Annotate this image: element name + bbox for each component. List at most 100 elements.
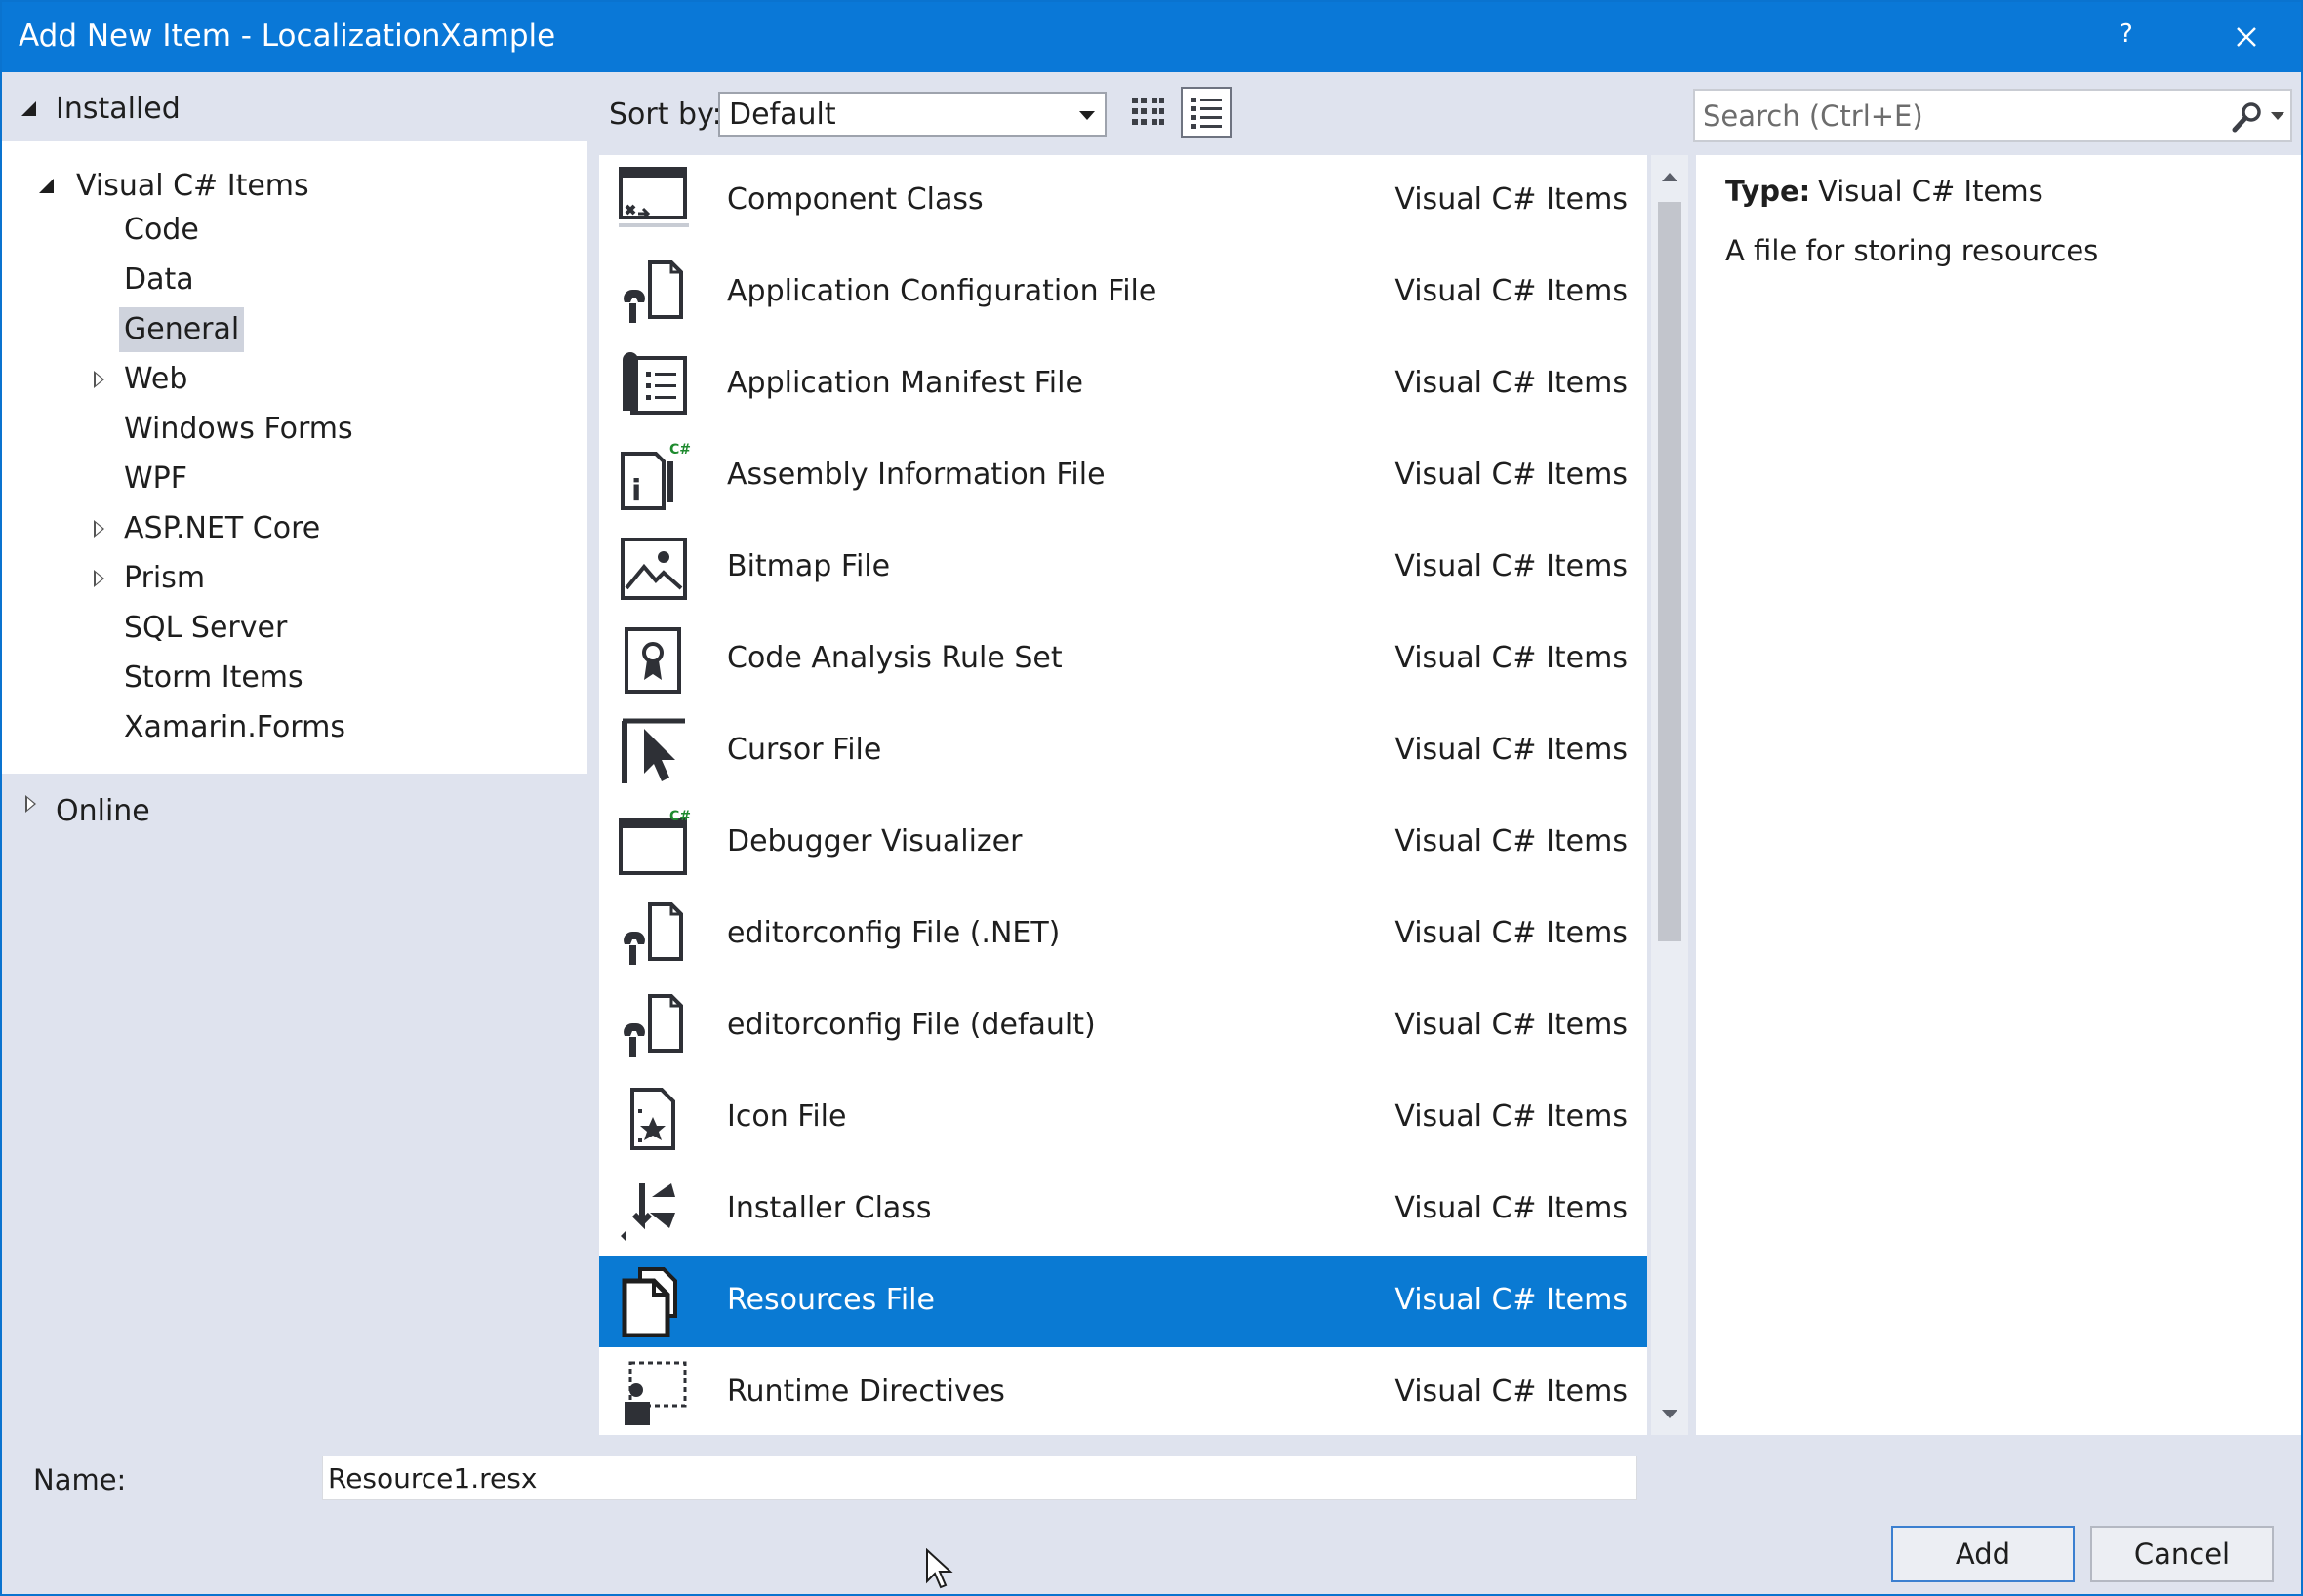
template-category: Visual C# Items: [1394, 641, 1628, 675]
template-category: Visual C# Items: [1394, 824, 1628, 858]
component-class-icon: [617, 165, 691, 237]
runtime-directives-icon: [617, 1357, 691, 1429]
template-list-item[interactable]: Code Analysis Rule Set Visual C# Items: [599, 614, 1647, 705]
scroll-down-arrow-icon[interactable]: [1662, 1410, 1677, 1418]
template-list-item[interactable]: i C# Assembly Information File Visual C# I…: [599, 430, 1647, 522]
search-options-chevron-icon[interactable]: [2271, 112, 2284, 120]
tree-root-visual-csharp[interactable]: Visual C# Items: [2, 163, 587, 208]
rule-set-icon: [617, 623, 691, 696]
tree-item-sql-server[interactable]: SQL Server: [2, 606, 587, 651]
template-category: Visual C# Items: [1394, 1375, 1628, 1409]
template-category: Visual C# Items: [1394, 458, 1628, 492]
tree-item-web[interactable]: Web: [2, 357, 587, 402]
chevron-down-icon: [1079, 111, 1095, 120]
template-category: Visual C# Items: [1394, 916, 1628, 950]
installed-node[interactable]: Installed: [2, 80, 587, 142]
tree-item-windows-forms[interactable]: Windows Forms: [2, 407, 587, 452]
expand-arrow-icon[interactable]: [94, 520, 104, 538]
name-field[interactable]: [322, 1456, 1637, 1500]
tree-root-label: Visual C# Items: [76, 169, 309, 203]
template-name: Cursor File: [727, 733, 882, 767]
tree-item-label: WPF: [124, 461, 188, 496]
template-list-item[interactable]: C# Debugger Visualizer Visual C# Items: [599, 797, 1647, 889]
template-name: Runtime Directives: [727, 1375, 1005, 1409]
tree-item-label: SQL Server: [124, 611, 288, 645]
tree-item-asp-net-core[interactable]: ASP.NET Core: [2, 506, 587, 551]
tree-item-xamarin-forms[interactable]: Xamarin.Forms: [2, 705, 587, 750]
medium-icons-view-button[interactable]: [1122, 89, 1173, 140]
type-value: Visual C# Items: [1818, 175, 2043, 208]
cancel-button[interactable]: Cancel: [2090, 1526, 2274, 1582]
online-node[interactable]: Online: [2, 782, 587, 841]
template-category: Visual C# Items: [1394, 1191, 1628, 1225]
search-input[interactable]: [1695, 91, 2222, 140]
tree-item-code[interactable]: Code: [2, 208, 587, 253]
tree-item-general[interactable]: General: [2, 307, 587, 352]
name-label: Name:: [33, 1463, 127, 1496]
template-list-item[interactable]: Icon File Visual C# Items: [599, 1072, 1647, 1164]
template-name: Application Configuration File: [727, 274, 1157, 308]
sort-by-label: Sort by:: [609, 98, 722, 132]
tree-item-data[interactable]: Data: [2, 258, 587, 302]
template-category: Visual C# Items: [1394, 1008, 1628, 1042]
template-category: Visual C# Items: [1394, 733, 1628, 767]
icon-file-icon: [617, 1082, 691, 1154]
template-name: Installer Class: [727, 1191, 932, 1225]
scroll-up-arrow-icon[interactable]: [1662, 173, 1677, 181]
tree-item-prism[interactable]: Prism: [2, 556, 587, 601]
sort-by-dropdown[interactable]: Default: [718, 92, 1107, 137]
tree-item-label: General: [119, 307, 245, 352]
config-file-icon: [617, 898, 691, 971]
template-list-item[interactable]: Component Class Visual C# Items: [599, 155, 1647, 247]
svg-text:C#: C#: [669, 809, 691, 824]
template-list-item[interactable]: Bitmap File Visual C# Items: [599, 522, 1647, 614]
mouse-pointer-icon: [926, 1548, 953, 1589]
template-category: Visual C# Items: [1394, 366, 1628, 400]
tree-item-label: Prism: [124, 561, 206, 595]
tree-item-label: Web: [124, 362, 188, 396]
list-view-button[interactable]: [1181, 87, 1232, 138]
template-name: Resources File: [727, 1283, 935, 1317]
expand-arrow-icon[interactable]: [25, 795, 36, 813]
category-tree: Visual C# Items Code Data General Web Window…: [2, 141, 587, 774]
template-list-item[interactable]: Runtime Directives Visual C# Items: [599, 1347, 1647, 1435]
template-list-item[interactable]: editorconfig File (.NET) Visual C# Items: [599, 889, 1647, 980]
tree-item-storm-items[interactable]: Storm Items: [2, 656, 587, 700]
template-name: Icon File: [727, 1099, 847, 1134]
expand-arrow-icon[interactable]: [94, 570, 104, 587]
close-button[interactable]: [2227, 14, 2266, 60]
template-list-item[interactable]: Application Configuration File Visual C# …: [599, 247, 1647, 339]
template-list-item[interactable]: Application Manifest File Visual C# Items: [599, 339, 1647, 430]
add-button[interactable]: Add: [1891, 1526, 2075, 1582]
bitmap-file-icon: [617, 532, 691, 604]
tree-item-label: Code: [124, 213, 199, 247]
help-button[interactable]: ?: [2120, 20, 2133, 49]
tree-item-wpf[interactable]: WPF: [2, 457, 587, 501]
template-list-scrollbar[interactable]: [1651, 155, 1688, 1435]
online-label: Online: [56, 794, 150, 828]
close-icon: [2237, 27, 2256, 47]
template-list-item[interactable]: editorconfig File (default) Visual C# Ite…: [599, 980, 1647, 1072]
template-list-item[interactable]: Cursor File Visual C# Items: [599, 705, 1647, 797]
window-title: Add New Item - LocalizationXample: [19, 19, 556, 54]
collapse-arrow-icon[interactable]: [21, 101, 36, 116]
template-name: Code Analysis Rule Set: [727, 641, 1063, 675]
tree-item-label: Xamarin.Forms: [124, 710, 345, 744]
list-view-icon: [1191, 98, 1222, 129]
config-file-icon: [617, 257, 691, 329]
template-list-item[interactable]: Installer Class Visual C# Items: [599, 1164, 1647, 1256]
tree-item-label: Windows Forms: [124, 412, 353, 446]
details-pane: Type: Visual C# Items A file for storing…: [1696, 155, 2301, 1435]
collapse-arrow-icon[interactable]: [39, 179, 54, 193]
template-name: Component Class: [727, 182, 984, 217]
svg-text:i: i: [631, 474, 641, 508]
expand-arrow-icon[interactable]: [94, 371, 104, 388]
template-list: Component Class Visual C# Items Applicati…: [599, 155, 1647, 1435]
template-list-item[interactable]: Resources File Visual C# Items: [599, 1256, 1647, 1347]
type-label: Type:: [1725, 175, 1811, 208]
search-box[interactable]: [1693, 89, 2292, 142]
search-icon[interactable]: [2230, 100, 2265, 134]
add-new-item-dialog: Add New Item - LocalizationXample ? Inst…: [0, 0, 2303, 1596]
template-name: Bitmap File: [727, 549, 891, 583]
scrollbar-thumb[interactable]: [1658, 202, 1681, 941]
